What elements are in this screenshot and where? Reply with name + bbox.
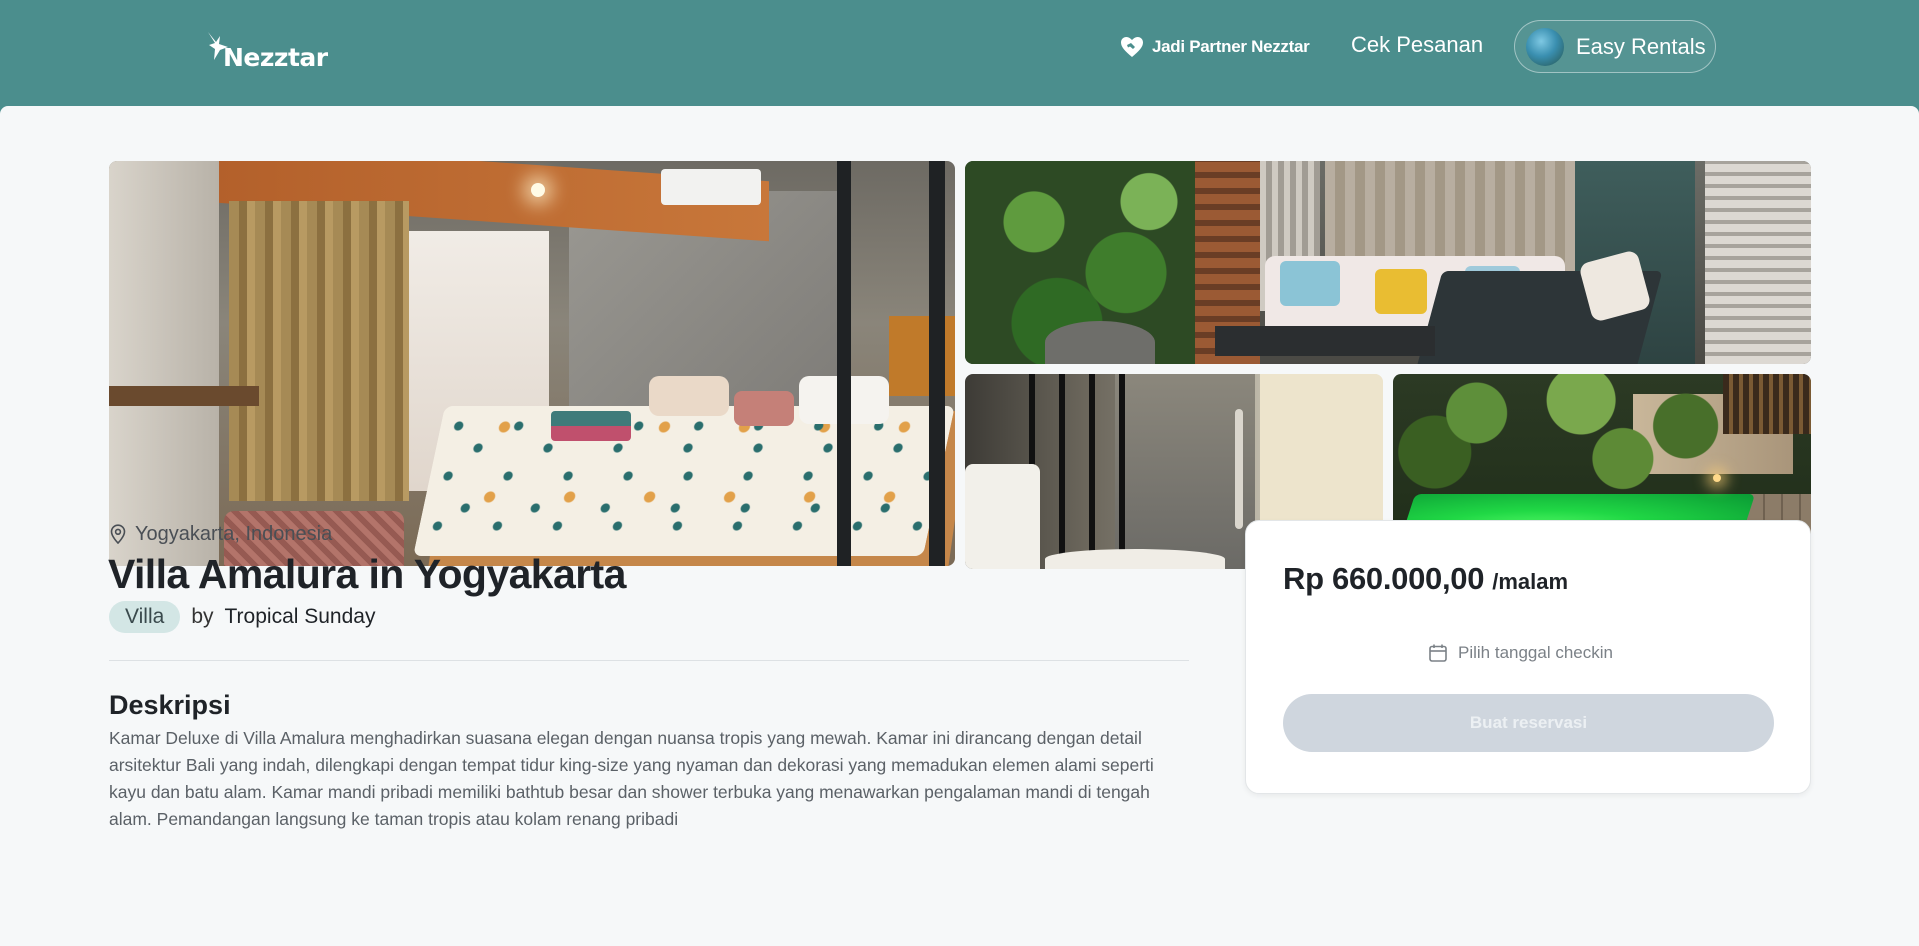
price-row: Rp 660.000,00 /malam <box>1283 561 1568 597</box>
reserve-button[interactable]: Buat reservasi <box>1283 694 1774 752</box>
top-navbar: Nezztar Jadi Partner Nezztar Cek Pesanan… <box>0 0 1919 106</box>
calendar-icon <box>1429 644 1447 662</box>
partner-link-label: Jadi Partner Nezztar <box>1152 37 1310 56</box>
logo-text: Nezztar <box>223 43 328 72</box>
listing-meta: Villa by Tropical Sunday <box>109 601 375 633</box>
listing-title: Villa Amalura in Yogyakarta <box>108 551 626 597</box>
divider <box>109 660 1189 661</box>
description-text: Kamar Deluxe di Villa Amalura menghadirk… <box>109 728 1154 829</box>
map-pin-icon <box>110 524 126 544</box>
photo-patio[interactable] <box>965 161 1811 364</box>
price-unit: /malam <box>1492 569 1569 594</box>
account-menu-button[interactable]: Easy Rentals <box>1514 20 1716 73</box>
account-name: Easy Rentals <box>1576 33 1706 59</box>
partner-link[interactable]: Jadi Partner Nezztar <box>1120 34 1310 60</box>
photo-bedroom[interactable] <box>109 161 955 566</box>
listing-page: Yogyakarta, Indonesia Villa Amalura in Y… <box>0 106 1919 946</box>
location-text: Yogyakarta, Indonesia <box>135 522 333 545</box>
booking-card: Rp 660.000,00 /malam Pilih tanggal check… <box>1245 520 1811 794</box>
checkin-date-placeholder: Pilih tanggal checkin <box>1458 643 1613 662</box>
location: Yogyakarta, Indonesia <box>109 522 332 546</box>
price: Rp 660.000,00 <box>1283 561 1485 596</box>
description-heading: Deskripsi <box>109 690 231 720</box>
avatar <box>1526 27 1564 66</box>
property-type-badge: Villa <box>109 601 181 633</box>
check-orders-link[interactable]: Cek Pesanan <box>1351 32 1483 58</box>
checkin-date-picker[interactable]: Pilih tanggal checkin <box>1428 639 1613 667</box>
hummingbird-logo-icon <box>208 32 228 60</box>
logo[interactable]: Nezztar <box>206 30 328 72</box>
host-name[interactable]: Tropical Sunday <box>225 605 376 629</box>
by-label: by <box>191 605 214 628</box>
heart-handshake-icon <box>1121 37 1143 57</box>
